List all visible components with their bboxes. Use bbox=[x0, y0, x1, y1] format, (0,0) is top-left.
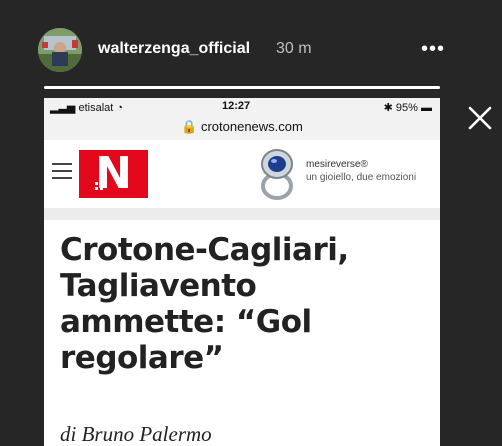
story-progress-fill bbox=[44, 86, 440, 89]
battery-indicator: ✱ 95% ▬ bbox=[383, 102, 432, 114]
more-options-button[interactable]: ••• bbox=[418, 34, 448, 64]
shared-screenshot: ▂▃▅ etisalat ◔ 12:27 ✱ 95% ▬ 🔒 crotonene… bbox=[44, 98, 440, 446]
story-progress-bar bbox=[44, 86, 440, 89]
bluetooth-icon: ✱ bbox=[383, 102, 393, 114]
story-viewer: walterzenga_official 30 m ••• ▂▃▅ etisal… bbox=[0, 0, 502, 446]
signal-icon: ▂▃▅ bbox=[50, 102, 76, 114]
article-byline: di Bruno Palermo bbox=[60, 422, 212, 446]
close-button[interactable] bbox=[466, 104, 494, 132]
avatar-image-icon bbox=[38, 28, 82, 72]
hamburger-menu-icon bbox=[52, 163, 72, 181]
story-timestamp: 30 m bbox=[276, 40, 312, 57]
address-bar: 🔒 crotonenews.com bbox=[44, 116, 440, 141]
ad-brand-name: mesireverse® bbox=[306, 159, 368, 170]
phone-clock: 12:27 bbox=[222, 100, 251, 112]
article-headline: Crotone-Cagliari, Tagliavento ammette: “… bbox=[60, 232, 349, 376]
battery-icon: ▬ bbox=[421, 102, 432, 114]
more-dots-icon: ••• bbox=[420, 38, 445, 60]
story-username[interactable]: walterzenga_official bbox=[98, 40, 250, 58]
wifi-icon: ◔ bbox=[116, 102, 124, 114]
phone-status-bar: ▂▃▅ etisalat ◔ 12:27 ✱ 95% ▬ bbox=[44, 98, 440, 116]
lock-icon: 🔒 bbox=[181, 119, 198, 134]
avatar[interactable] bbox=[38, 28, 82, 72]
site-header: N mesireverse® un gioiello, due emozioni bbox=[44, 140, 440, 209]
carrier-label: ▂▃▅ etisalat ◔ bbox=[50, 102, 124, 114]
ring-ad-image-icon bbox=[252, 146, 302, 202]
divider bbox=[44, 208, 440, 220]
ad-tagline: un gioiello, due emozioni bbox=[306, 172, 417, 183]
story-header: walterzenga_official 30 m ••• bbox=[38, 28, 458, 72]
close-icon bbox=[468, 106, 492, 130]
logo-dots-icon bbox=[95, 182, 103, 190]
site-logo: N bbox=[79, 150, 148, 198]
url-text: crotonenews.com bbox=[200, 119, 303, 134]
site-logo-letter: N bbox=[95, 148, 132, 199]
